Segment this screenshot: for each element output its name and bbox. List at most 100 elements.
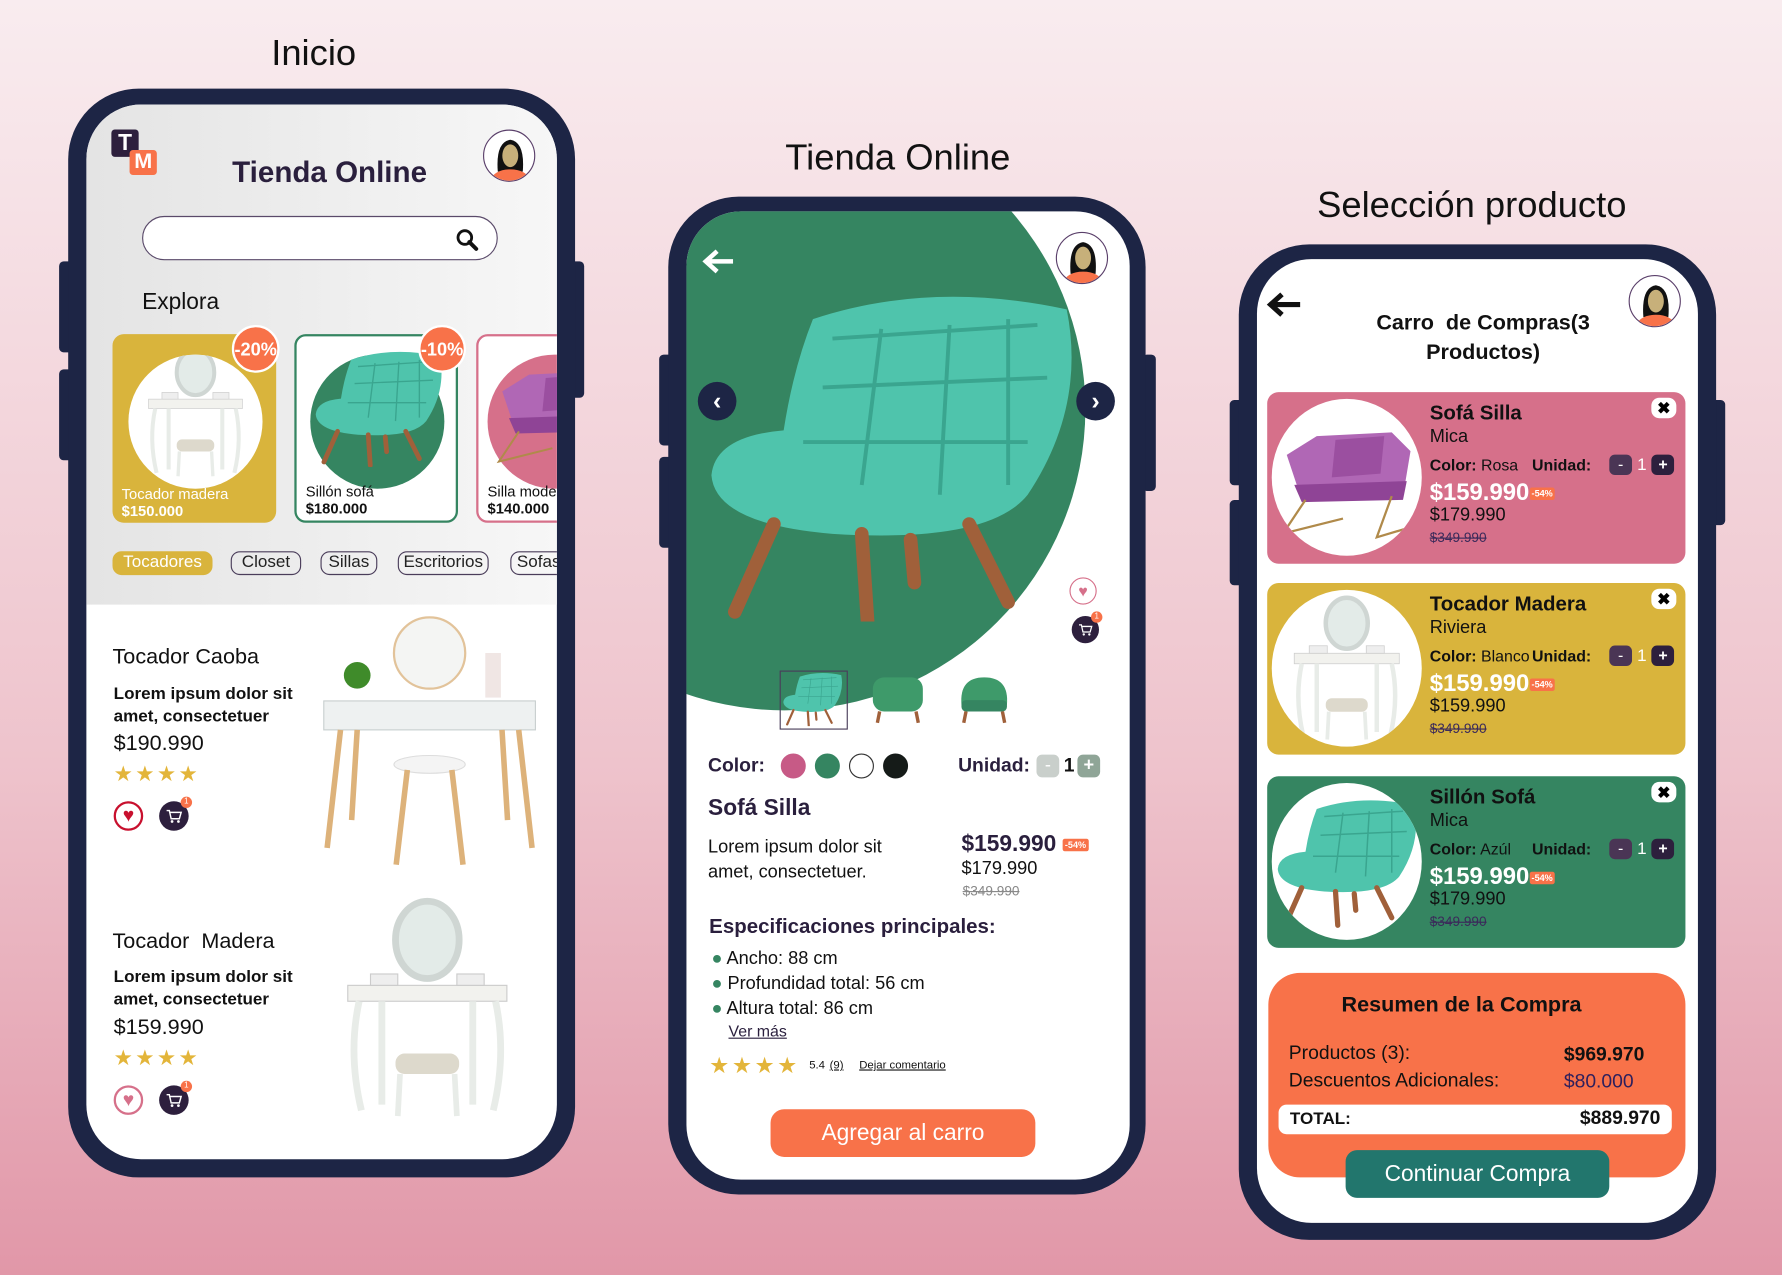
cart-item-name: Tocador Madera	[1429, 592, 1587, 615]
thumbnail-selected[interactable]	[780, 671, 848, 730]
cart-item-name: Sillón Sofá	[1429, 785, 1536, 809]
leave-comment-link[interactable]: Dejar comentario	[859, 1059, 946, 1072]
back-arrow-icon[interactable]	[701, 248, 737, 275]
cart-item-name: Sofá Silla	[1429, 401, 1522, 424]
featured-price: $150.000	[121, 502, 184, 520]
screen-caption-cart: Selección producto	[1317, 184, 1627, 226]
rating-stars: ★★★★	[113, 1046, 201, 1071]
remove-item-close-icon[interactable]: ✖	[1651, 588, 1677, 610]
product-price: $190.990	[113, 731, 204, 756]
remove-item-close-icon[interactable]: ✖	[1651, 781, 1677, 803]
design-canvas: Inicio T M Tienda Online Explora Tocador…	[0, 0, 1782, 1275]
purchase-summary: Resumen de la Compra Productos (3): $969…	[1268, 972, 1686, 1178]
color-swatch[interactable]	[848, 753, 874, 779]
favorite-heart-icon[interactable]: ♥	[113, 1085, 144, 1115]
product-price: $159.990	[113, 1016, 204, 1040]
discount-badge: -54%	[1529, 487, 1556, 501]
quantity-value: 1	[1637, 455, 1647, 475]
cart-item-old-price: $349.990	[1429, 913, 1487, 930]
category-chip-tocadores[interactable]: Tocadores	[112, 551, 213, 576]
rating-value: 5.4	[809, 1059, 825, 1072]
add-to-cart-icon[interactable]: 1	[159, 796, 193, 831]
summary-products-label: Productos (3):	[1288, 1042, 1411, 1064]
unit-label: Unidad:	[1532, 646, 1592, 665]
cart-count-badge: 1	[180, 1080, 193, 1093]
product-price: $159.990 -54%	[961, 832, 1089, 858]
cart-item-image	[1271, 783, 1422, 940]
color-swatch[interactable]	[780, 753, 806, 779]
search-bar[interactable]	[142, 215, 498, 261]
discount-badge: -54%	[1529, 871, 1556, 885]
next-image-chevron-icon[interactable]: ›	[1076, 381, 1115, 421]
search-input[interactable]	[159, 225, 444, 251]
thumbnail[interactable]	[952, 671, 1018, 730]
add-to-cart-icon[interactable]: 1	[159, 1080, 193, 1115]
cart-item-price-secondary: $179.990	[1429, 505, 1506, 526]
product-description: Lorem ipsum dolor sit amet, consectetuer.	[708, 837, 882, 882]
cart-item-image	[1271, 398, 1422, 556]
user-avatar[interactable]	[1628, 275, 1681, 328]
add-to-cart-icon[interactable]: 1	[1071, 611, 1103, 644]
color-swatch[interactable]	[814, 753, 840, 779]
review-count-link[interactable]: (9)	[830, 1059, 844, 1072]
quantity-increment-button[interactable]: +	[1077, 754, 1101, 778]
product-image	[318, 614, 541, 871]
continue-purchase-button[interactable]: Continuar Compra	[1345, 1150, 1610, 1198]
summary-discount-value: $80.000	[1563, 1070, 1634, 1093]
cart-item-price: $159.990 -54%	[1430, 864, 1556, 891]
add-to-cart-button[interactable]: Agregar al carro	[770, 1109, 1036, 1157]
cart-item-color: Blanco	[1480, 646, 1530, 665]
quantity-decrement-button[interactable]: -	[1609, 454, 1633, 476]
quantity-increment-button[interactable]: +	[1651, 454, 1675, 476]
cart-item-old-price: $349.990	[1429, 529, 1487, 546]
favorite-heart-icon[interactable]: ♥	[113, 801, 144, 831]
user-avatar[interactable]	[1055, 231, 1109, 285]
screen-caption-home: Inicio	[271, 31, 357, 73]
cart-item-price-secondary: $179.990	[1429, 889, 1506, 910]
product-name: Sofá Silla	[708, 795, 811, 821]
total-value: $889.970	[1579, 1106, 1661, 1129]
cart-item: Tocador Madera Riviera Color: Blanco Uni…	[1267, 583, 1686, 755]
featured-card[interactable]: Silla mode $140.000	[476, 334, 557, 523]
cart-count-badge: 1	[1091, 611, 1103, 623]
quantity-increment-button[interactable]: +	[1651, 645, 1675, 666]
remove-item-close-icon[interactable]: ✖	[1651, 397, 1677, 419]
quantity-decrement-button[interactable]: -	[1609, 838, 1633, 860]
product-name[interactable]: Tocador Madera	[113, 930, 275, 955]
color-swatch[interactable]	[883, 753, 909, 779]
spec-item: ● Ancho: 88 cm	[711, 948, 838, 969]
unit-label: Unidad:	[958, 754, 1030, 777]
quantity-decrement-button[interactable]: -	[1609, 645, 1633, 666]
unit-label: Unidad:	[1532, 455, 1592, 474]
quantity-value: 1	[1063, 754, 1075, 777]
cart-title: Carro de Compras(3 Productos)	[1376, 311, 1590, 365]
product-name[interactable]: Tocador Caoba	[113, 646, 259, 671]
unit-label: Unidad:	[1532, 839, 1592, 859]
quantity-increment-button[interactable]: +	[1651, 838, 1675, 860]
previous-image-chevron-icon[interactable]: ‹	[697, 381, 737, 421]
color-label: Color:	[708, 754, 765, 777]
thumbnail[interactable]	[866, 671, 932, 730]
category-chip-sofas[interactable]: Sofas	[510, 551, 557, 576]
see-more-link[interactable]: Ver más	[728, 1022, 786, 1040]
search-icon[interactable]	[455, 227, 480, 252]
product-screen: ‹ › ♥ 1 Color: Unidad: - 1 + Sofá Silla …	[686, 211, 1130, 1180]
favorite-heart-icon[interactable]: ♥	[1069, 577, 1097, 605]
summary-discount-label: Descuentos Adicionales:	[1288, 1069, 1500, 1092]
summary-total-row: TOTAL: $889.970	[1278, 1104, 1672, 1135]
product-description: Lorem ipsum dolor sit amet, consectetuer	[113, 684, 293, 727]
discount-badge: -54%	[1062, 838, 1089, 852]
category-chip-escritorios[interactable]: Escritorios	[397, 551, 489, 576]
total-label: TOTAL:	[1289, 1109, 1351, 1129]
cart-item-price: $159.990 -54%	[1430, 671, 1556, 698]
user-avatar[interactable]	[483, 129, 536, 182]
featured-name: Silla mode	[487, 483, 557, 501]
quantity-decrement-button[interactable]: -	[1036, 754, 1060, 778]
category-chip-closet[interactable]: Closet	[230, 551, 302, 576]
quantity-value: 1	[1637, 646, 1647, 666]
cart-item-price: $159.990 -54%	[1430, 480, 1556, 507]
featured-price: $140.000	[487, 500, 550, 518]
category-chip-sillas[interactable]: Sillas	[320, 551, 378, 576]
spec-item: ● Profundidad total: 56 cm	[711, 973, 925, 994]
quantity-value: 1	[1637, 839, 1647, 859]
